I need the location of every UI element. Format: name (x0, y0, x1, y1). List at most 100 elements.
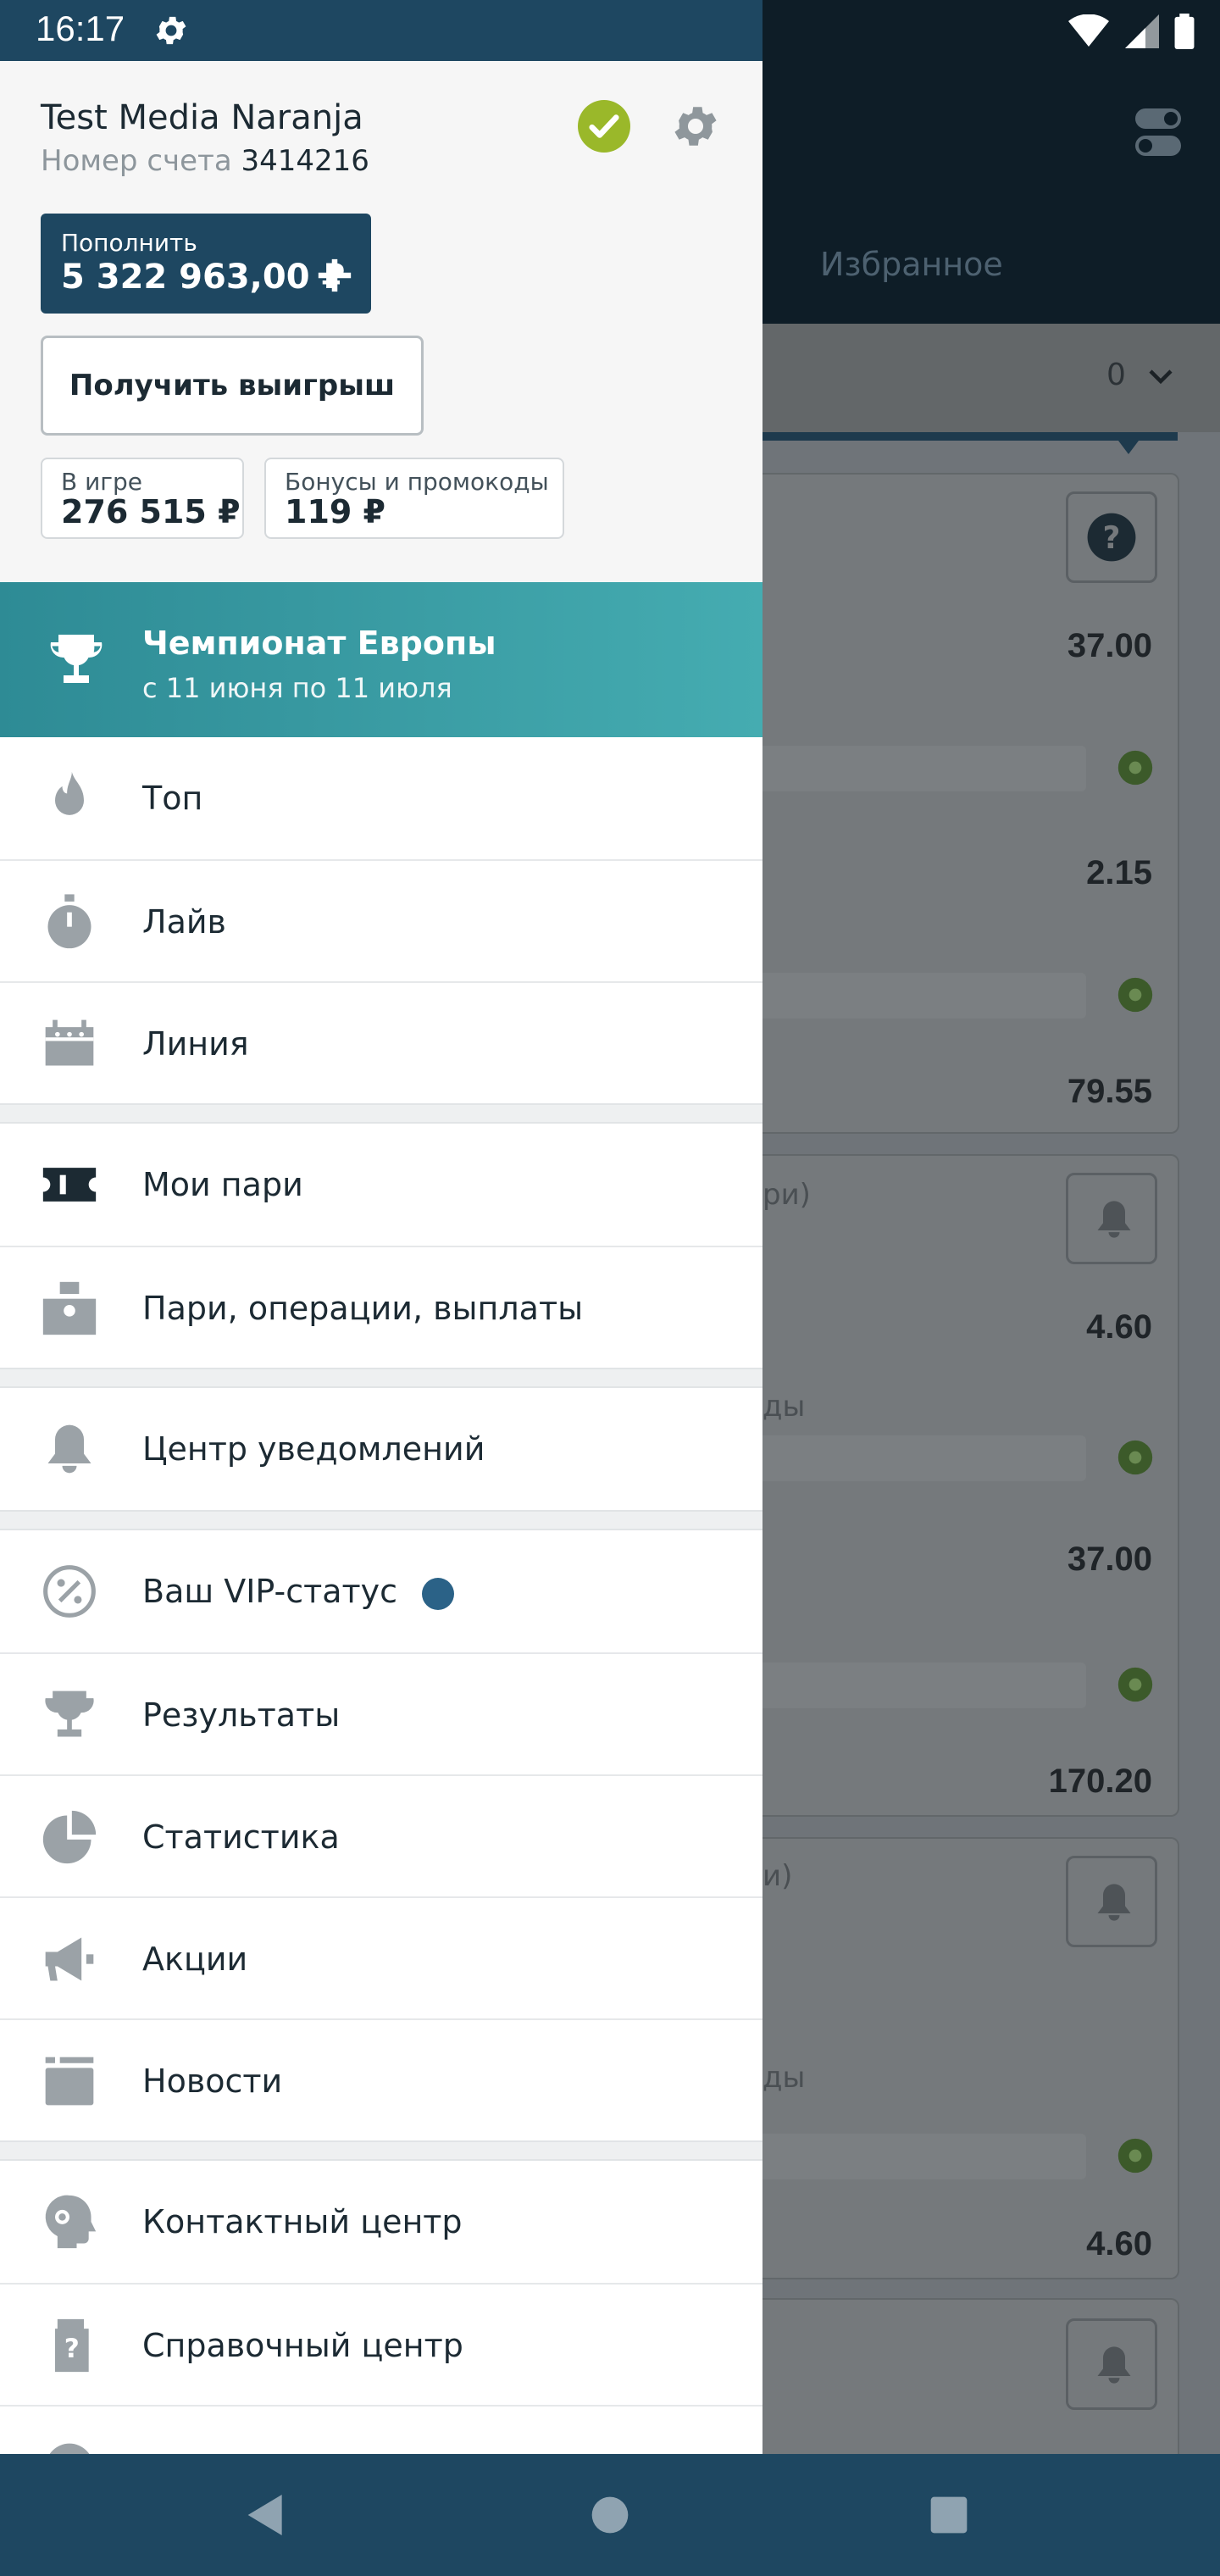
soccer-ball-icon (1117, 2138, 1153, 2174)
status-bar: 16:17 (0, 0, 1220, 61)
menu-item-results[interactable]: Результаты (0, 1652, 762, 1774)
cash-register-icon (42, 1281, 97, 1335)
filter-count: 0 (1106, 358, 1126, 392)
home-icon[interactable] (583, 2488, 637, 2542)
status-time: 16:17 (36, 8, 125, 48)
menu-item-label: Контактный центр (142, 2203, 463, 2240)
menu-group-notifications: Центр уведомлений (0, 1388, 762, 1512)
menu-group-sports: Топ Лайв Линия (0, 737, 762, 1105)
bell-icon (1097, 1201, 1131, 1238)
menu-item-label: Результаты (142, 1696, 341, 1734)
bell-icon (1097, 2346, 1131, 2384)
help-button: ? (1066, 491, 1157, 583)
wifi-icon (1068, 14, 1109, 47)
menu-group-info: Ваш VIP-статус Результаты Статистика Акц… (0, 1530, 762, 2142)
event-card: и) ды 4.60 (762, 1837, 1179, 2279)
market-fragment: ды (762, 1390, 806, 1424)
odds-strip (762, 973, 1086, 1019)
settings-gear-icon (156, 16, 186, 45)
in-game-chip[interactable]: В игре 276 515 ₽ (41, 458, 244, 539)
news-icon (45, 2057, 94, 2106)
bonus-label: Бонусы и промокоды (285, 468, 549, 496)
menu-item-help-center[interactable]: ? Справочный центр (0, 2283, 762, 2405)
menu-item-live[interactable]: Лайв (0, 859, 762, 981)
market-fragment: ды (762, 2061, 806, 2095)
odds-value: 79.55 (1067, 1073, 1152, 1110)
account-name: Test Media Naranja (41, 98, 363, 137)
svg-text:?: ? (1103, 519, 1121, 556)
menu-item-label: Линия (142, 1025, 249, 1063)
drawer-menu: Топ Лайв Линия Мои пари Пари, операции, … (0, 737, 762, 2454)
status-icons (1068, 14, 1195, 49)
menu-item-operations[interactable]: Пари, операции, выплаты (0, 1246, 762, 1368)
odds-strip (762, 1663, 1086, 1708)
headset-icon (45, 2195, 97, 2249)
account-number: 3414216 (241, 144, 369, 178)
notify-button (1066, 1173, 1157, 1264)
menu-item-notifications[interactable]: Центр уведомлений (0, 1388, 762, 1510)
menu-item-promotions[interactable]: Акции (0, 1896, 762, 2018)
menu-divider (0, 2142, 762, 2161)
menu-item-vip-status[interactable]: Ваш VIP-статус (0, 1530, 762, 1652)
menu-item-label: Мои пари (142, 1166, 303, 1203)
event-card (762, 2298, 1179, 2468)
svg-text:?: ? (64, 2334, 80, 2364)
menu-divider (0, 1512, 762, 1530)
plus-icon (318, 258, 352, 292)
percent-badge-icon (43, 1565, 96, 1618)
stopwatch-icon (47, 894, 92, 949)
odds-strip (762, 2134, 1086, 2179)
menu-item-contact-center[interactable]: Контактный центр (0, 2161, 762, 2283)
toggle-settings-icon (1135, 108, 1181, 156)
chevron-down-icon (1149, 369, 1173, 385)
topup-button[interactable]: Пополнить 5 322 963,00 ₽ (41, 214, 371, 314)
recents-icon[interactable] (922, 2488, 976, 2542)
bonus-chip[interactable]: Бонусы и промокоды 119 ₽ (264, 458, 564, 539)
euro-championship-banner[interactable]: Чемпионат Европы с 11 июня по 11 июля (0, 582, 762, 737)
indicator-tip (1118, 441, 1139, 454)
menu-item-label: Ваш VIP-статус (142, 1573, 398, 1610)
odds-strip (762, 1435, 1086, 1481)
menu-group-support: Контактный центр ? Справочный центр (0, 2161, 762, 2454)
active-tab-indicator (762, 432, 1178, 441)
megaphone-icon (45, 1937, 94, 1981)
event-title-fragment: ри) (762, 1178, 811, 1212)
trophy-icon (45, 1690, 94, 1737)
menu-item-partial[interactable] (0, 2405, 762, 2454)
system-navigation-bar (0, 2454, 1220, 2576)
help-doc-icon: ? (55, 2318, 89, 2373)
question-icon: ? (1087, 513, 1136, 562)
menu-item-news[interactable]: Новости (0, 2018, 762, 2140)
menu-item-line[interactable]: Линия (0, 981, 762, 1103)
withdraw-button[interactable]: Получить выигрыш (41, 336, 424, 436)
menu-item-statistics[interactable]: Статистика (0, 1774, 762, 1896)
odds-value: 37.00 (1067, 1541, 1152, 1578)
menu-item-top[interactable]: Топ (0, 737, 762, 859)
odds-strip (762, 746, 1086, 791)
event-card: ри) 4.60 ды 37.00 170.20 (762, 1154, 1179, 1817)
menu-item-label: Акции (142, 1940, 248, 1978)
menu-group-bets: Мои пари Пари, операции, выплаты (0, 1124, 762, 1369)
account-panel: Test Media Naranja Номер счета 3414216 П… (0, 61, 762, 582)
in-game-value: 276 515 ₽ (61, 493, 241, 530)
odds-value: 4.60 (1086, 1308, 1152, 1346)
menu-item-label: Справочный центр (142, 2327, 463, 2364)
event-title-fragment: и) (762, 1859, 793, 1893)
info-icon (49, 2443, 90, 2454)
menu-item-label: Топ (142, 780, 203, 817)
settings-gear-icon[interactable] (669, 100, 722, 153)
banner-subtitle: с 11 июня по 11 июля (142, 672, 452, 704)
calendar-icon (45, 1019, 94, 1066)
menu-item-label: Центр уведомлений (142, 1430, 485, 1468)
menu-item-my-bets[interactable]: Мои пари (0, 1124, 762, 1246)
back-icon[interactable] (239, 2488, 293, 2542)
background-app: Избранное 0 ? 37.00 2.15 79.55 ри) 4.60 … (762, 61, 1220, 2468)
notify-button (1066, 1856, 1157, 1947)
vip-indicator-dot (422, 1578, 454, 1610)
battery-icon (1174, 14, 1195, 49)
pie-chart-icon (42, 1810, 97, 1864)
event-card: ? 37.00 2.15 79.55 (762, 473, 1179, 1134)
trophy-icon (50, 635, 103, 683)
bell-icon (47, 1424, 92, 1474)
menu-item-label: Новости (142, 2062, 283, 2100)
